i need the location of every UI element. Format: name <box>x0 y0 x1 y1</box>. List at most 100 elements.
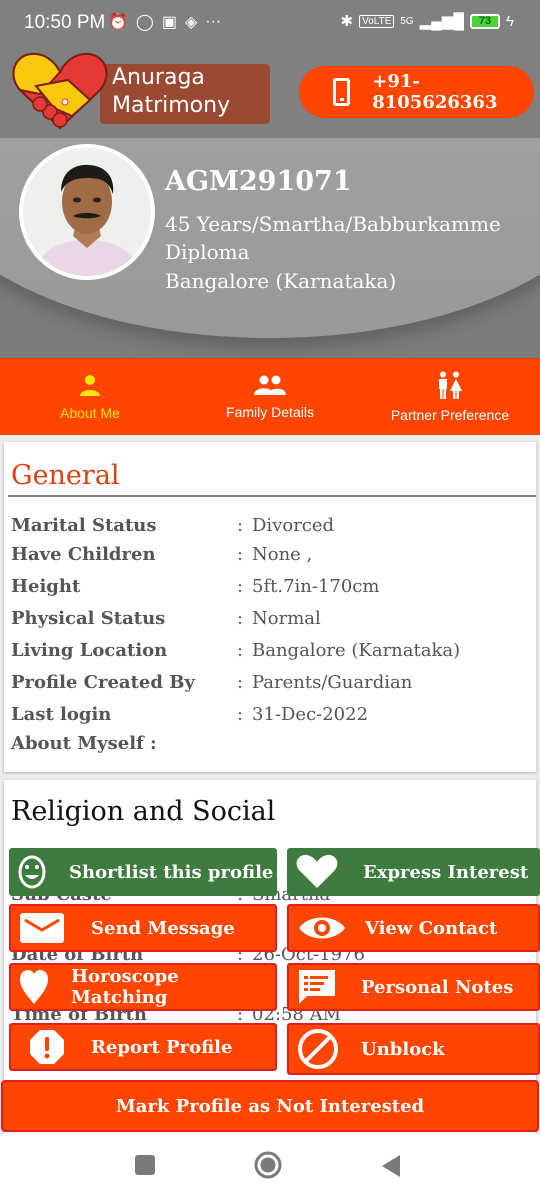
envelope-icon <box>20 913 64 943</box>
button-label: View Contact <box>365 917 498 939</box>
detail-label: Living Location <box>11 640 168 661</box>
colon: : <box>237 672 244 693</box>
button-label: Horoscope Matching <box>71 966 179 1008</box>
tab-family-details[interactable]: Family Details <box>180 358 360 435</box>
phone-icon <box>333 78 351 106</box>
handshake-heart-icon <box>12 52 108 130</box>
profile-tabs: About Me Family Details Partner Preferen… <box>0 358 540 435</box>
detail-value: Parents/Guardian <box>252 672 413 693</box>
signal-icon: ▂▄▆█ <box>419 13 465 30</box>
detail-label: Physical Status <box>11 608 166 629</box>
detail-value: Divorced <box>252 515 335 536</box>
charging-icon: ϟ <box>506 12 514 30</box>
volte-icon: VoLTE <box>359 14 395 28</box>
detail-label: Last login <box>11 704 112 725</box>
unblock-button[interactable]: Unblock <box>287 1023 540 1075</box>
button-label: Report Profile <box>91 1036 233 1058</box>
couple-icon <box>439 371 462 399</box>
section-divider <box>8 495 536 497</box>
general-section: General Marital Status : Divorced Have C… <box>4 442 536 772</box>
detail-row-have-children: Have Children : None , <box>11 544 531 572</box>
status-time: 10:50 PM <box>24 12 106 33</box>
person-photo-icon <box>23 148 151 276</box>
call-button[interactable]: +91-8105626363 <box>299 66 534 118</box>
battery-icon: 73 <box>470 13 501 29</box>
tab-label: About Me <box>60 404 120 421</box>
not-interested-button[interactable]: Mark Profile as Not Interested <box>1 1080 539 1132</box>
tab-label: Family Details <box>226 403 314 420</box>
detail-label: About Myself : <box>11 733 157 754</box>
personal-notes-button[interactable]: Personal Notes <box>287 963 540 1011</box>
horoscope-matching-button[interactable]: Horoscope Matching <box>9 963 277 1011</box>
brand-logo[interactable]: Anuraga Matrimony <box>10 50 272 132</box>
home-icon[interactable] <box>254 1151 282 1179</box>
profile-education: Diploma <box>165 240 250 264</box>
phone-number: +91-8105626363 <box>372 71 498 113</box>
detail-row-last-login: Last login : 31-Dec-2022 <box>11 704 531 732</box>
battery-level: 73 <box>478 15 492 27</box>
whatsapp-icon: ◯ <box>135 14 154 31</box>
system-nav-bar <box>0 1134 540 1200</box>
eye-icon <box>299 917 345 939</box>
detail-label: Profile Created By <box>11 672 195 693</box>
colon: : <box>237 640 244 661</box>
colon: : <box>237 515 244 536</box>
status-left-icons: ⏰ ◯ ▣ ◈ ··· <box>108 12 221 32</box>
button-label: Mark Profile as Not Interested <box>115 1095 425 1117</box>
button-label: Express Interest <box>363 861 529 883</box>
detail-value: None , <box>252 544 313 565</box>
back-icon[interactable] <box>380 1154 402 1178</box>
view-contact-button[interactable]: View Contact <box>287 904 540 952</box>
express-interest-button[interactable]: Express Interest <box>287 848 540 896</box>
alarm-icon: ⏰ <box>108 14 128 31</box>
profile-header: AGM291071 45 Years/Smartha/Babburkamme D… <box>0 138 540 358</box>
status-bar: 10:50 PM ⏰ ◯ ▣ ◈ ··· ✱ VoLTE 5G ▂▄▆█ 73 … <box>0 0 540 46</box>
detail-value: 31-Dec-2022 <box>252 704 369 725</box>
status-right-icons: ✱ VoLTE 5G ▂▄▆█ 73 ϟ <box>341 12 514 31</box>
detail-row-profile-created-by: Profile Created By : Parents/Guardian <box>11 672 531 700</box>
detail-value: Bangalore (Karnataka) <box>252 640 461 661</box>
detail-row-about-myself: About Myself : <box>11 733 531 761</box>
heart-icon <box>296 854 338 888</box>
heart-icon <box>20 970 48 1004</box>
detail-row-physical-status: Physical Status : Normal <box>11 608 531 636</box>
report-profile-button[interactable]: Report Profile <box>9 1023 277 1071</box>
detail-value: 5ft.7in-170cm <box>252 576 380 597</box>
profile-photo[interactable] <box>19 144 155 280</box>
shortlist-button[interactable]: Shortlist this profile <box>9 848 277 896</box>
section-title-general: General <box>11 460 120 491</box>
network-type: 5G <box>400 15 414 27</box>
brand-name: Anuraga Matrimony <box>112 64 230 120</box>
detail-row-marital-status: Marital Status : Divorced <box>11 515 531 543</box>
detail-row-height: Height : 5ft.7in-170cm <box>11 576 531 604</box>
notes-icon <box>299 970 335 1004</box>
detail-label: Marital Status <box>11 515 157 536</box>
profile-summary: 45 Years/Smartha/Babburkamme <box>165 212 501 236</box>
profile-id: AGM291071 <box>165 166 352 197</box>
detail-row-living-location: Living Location : Bangalore (Karnataka) <box>11 640 531 668</box>
colon: : <box>237 704 244 725</box>
brand-line2: Matrimony <box>112 93 231 118</box>
recents-icon[interactable] <box>134 1154 156 1176</box>
tab-partner-preference[interactable]: Partner Preference <box>360 358 540 435</box>
section-title-religion: Religion and Social <box>11 796 276 827</box>
tab-label: Partner Preference <box>390 406 510 423</box>
send-message-button[interactable]: Send Message <box>9 904 277 952</box>
button-label: Unblock <box>361 1038 445 1060</box>
button-label: Personal Notes <box>361 976 514 998</box>
warning-icon <box>30 1030 64 1064</box>
more-icon: ··· <box>205 13 222 30</box>
brand-line1: Anuraga <box>112 65 205 90</box>
tab-about-me[interactable]: About Me <box>0 358 180 435</box>
app-header: Anuraga Matrimony +91-8105626363 <box>0 46 540 138</box>
detail-label: Height <box>11 576 81 597</box>
colon: : <box>237 608 244 629</box>
profile-location: Bangalore (Karnataka) <box>165 269 397 293</box>
family-icon <box>254 375 286 395</box>
sim-icon: ▣ <box>161 14 177 31</box>
block-icon <box>298 1029 338 1069</box>
smiley-icon <box>18 855 46 889</box>
detail-value: Normal <box>252 608 321 629</box>
colon: : <box>237 544 244 565</box>
detail-label: Have Children <box>11 544 156 565</box>
